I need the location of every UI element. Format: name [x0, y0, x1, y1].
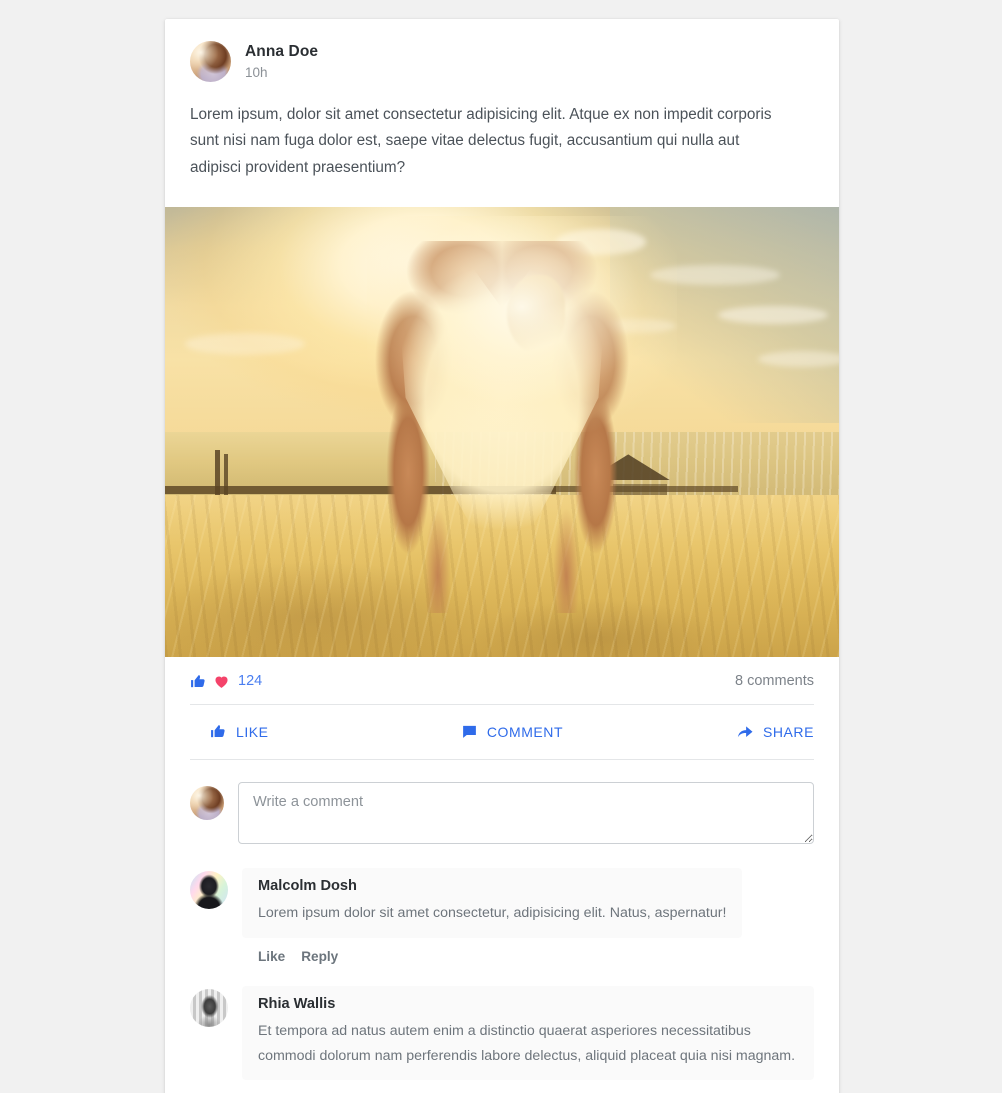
avatar[interactable]	[190, 41, 231, 82]
post-author-name[interactable]: Anna Doe	[245, 43, 318, 61]
thumbs-up-icon	[190, 673, 207, 690]
thumbs-up-icon	[210, 723, 227, 740]
comments-count[interactable]: 8 comments	[735, 673, 814, 689]
share-button-label: SHARE	[763, 723, 814, 740]
author-block: Anna Doe 10h	[245, 43, 318, 80]
avatar[interactable]	[190, 870, 228, 909]
comment-list: Malcolm Dosh Lorem ipsum dolor sit amet …	[165, 850, 839, 1093]
page-background: Anna Doe 10h Lorem ipsum, dolor sit amet…	[0, 0, 1002, 1093]
comment-bubble: Malcolm Dosh Lorem ipsum dolor sit amet …	[242, 867, 743, 938]
photo-pier-post	[224, 454, 229, 500]
photo-heart-silhouette	[368, 241, 636, 614]
post-photo[interactable]	[165, 206, 839, 657]
post-timestamp: 10h	[245, 64, 268, 80]
share-arrow-icon	[736, 723, 754, 741]
photo-cloud	[717, 305, 828, 324]
comment-author-name[interactable]: Rhia Wallis	[258, 996, 798, 1012]
comment-input[interactable]	[238, 781, 814, 844]
comment-text: Lorem ipsum dolor sit amet consectetur, …	[258, 904, 727, 921]
comment-button-label: COMMENT	[486, 723, 564, 740]
comment-text: Et tempora ad natus autem enim a distinc…	[258, 1022, 796, 1064]
like-button[interactable]: LIKE	[190, 717, 411, 747]
reaction-count: 124	[238, 673, 263, 690]
photo-pier-post	[214, 449, 220, 500]
reaction-row: 124 8 comments	[165, 657, 839, 704]
avatar[interactable]	[190, 785, 224, 820]
avatar[interactable]	[190, 988, 228, 1027]
comment-actions: Like Reply	[242, 938, 814, 964]
photo-cloud	[758, 350, 839, 367]
comment-body: Malcolm Dosh Lorem ipsum dolor sit amet …	[242, 867, 814, 964]
comment-author-name[interactable]: Malcolm Dosh	[258, 878, 726, 894]
speech-bubble-icon	[461, 723, 478, 740]
reaction-summary[interactable]: 124	[190, 673, 262, 690]
comment-composer	[165, 760, 839, 850]
comment-bubble: Rhia Wallis Et tempora ad natus autem en…	[242, 985, 814, 1081]
photo-cloud	[185, 332, 306, 355]
share-button[interactable]: SHARE	[613, 717, 814, 747]
comment-actions: Like Reply	[242, 1080, 814, 1093]
post-header: Anna Doe 10h	[165, 19, 839, 82]
photo-hair	[507, 274, 566, 353]
comment-reply-link[interactable]: Reply	[301, 949, 338, 964]
like-button-label: LIKE	[236, 723, 269, 740]
comment-like-link[interactable]: Like	[258, 949, 285, 964]
comment-item: Rhia Wallis Et tempora ad natus autem en…	[190, 985, 814, 1093]
post-text: Lorem ipsum, dolor sit amet consectetur …	[190, 106, 772, 176]
heart-icon	[213, 673, 230, 690]
comment-body: Rhia Wallis Et tempora ad natus autem en…	[242, 985, 814, 1093]
comment-button[interactable]: COMMENT	[411, 717, 612, 747]
comment-item: Malcolm Dosh Lorem ipsum dolor sit amet …	[190, 867, 814, 964]
post-card: Anna Doe 10h Lorem ipsum, dolor sit amet…	[165, 19, 839, 1093]
action-row: LIKE COMMENT SHARE	[165, 705, 839, 759]
